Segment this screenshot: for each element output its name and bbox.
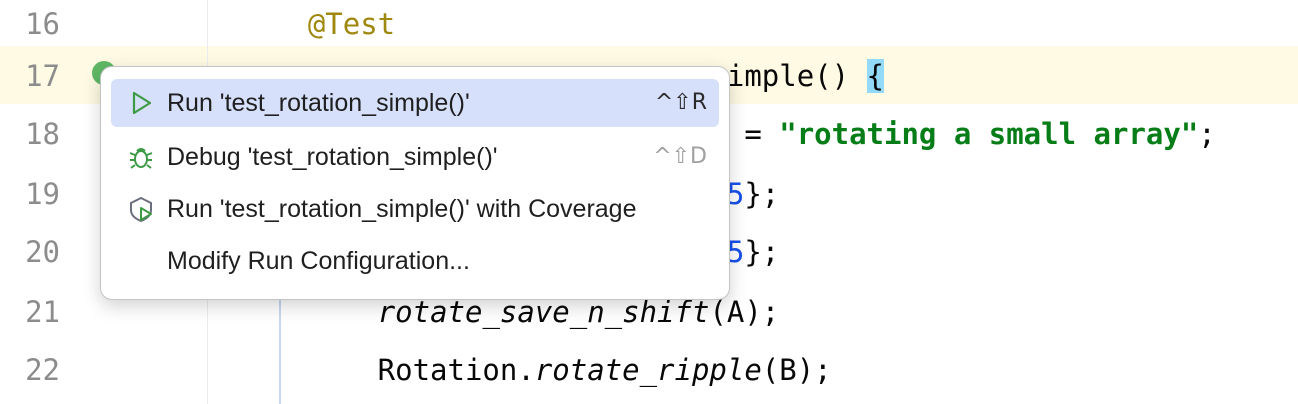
run-context-popup: Run 'test_rotation_simple()' ^⇧R Debug '… — [100, 66, 730, 300]
menu-item-label: Run 'test_rotation_simple()' with Covera… — [167, 195, 637, 223]
menu-item-modify-config[interactable]: Modify Run Configuration... — [111, 237, 719, 285]
menu-item-debug[interactable]: Debug 'test_rotation_simple()' ^⇧D — [111, 133, 719, 181]
shortcut-hint: ^⇧D — [653, 144, 707, 169]
code-token: rotate_ripple — [534, 353, 762, 387]
coverage-icon — [127, 195, 155, 223]
code-line[interactable]: 16 @Test — [0, 0, 1298, 58]
shortcut-hint: ^⇧R — [654, 90, 707, 115]
code-token: @Test — [307, 7, 396, 41]
code-line[interactable]: 22 Rotation.rotate_ripple(B); — [0, 346, 1298, 404]
menu-item-coverage[interactable]: Run 'test_rotation_simple()' with Covera… — [111, 185, 719, 233]
line-number: 19 — [25, 177, 60, 211]
code-token: Rotation. — [238, 353, 535, 387]
code-token: { — [866, 59, 885, 93]
code-token: (A); — [709, 295, 780, 329]
code-token: (B); — [761, 353, 832, 387]
code-token: "rotating a small array" — [779, 117, 1199, 151]
line-number: 17 — [25, 59, 60, 93]
code-token: ; — [1198, 117, 1216, 151]
line-number: 22 — [25, 353, 60, 387]
run-icon — [127, 89, 155, 117]
line-number: 21 — [25, 295, 60, 329]
line-number: 20 — [25, 235, 60, 269]
code-token: }; — [744, 177, 780, 211]
menu-item-run[interactable]: Run 'test_rotation_simple()' ^⇧R — [111, 79, 719, 127]
line-number: 16 — [25, 7, 60, 41]
code-text[interactable]: Rotation.rotate_ripple(B); — [238, 346, 832, 394]
menu-item-label: Debug 'test_rotation_simple()' — [167, 143, 498, 171]
code-token: rotate_save_n_shift — [377, 295, 710, 329]
menu-item-label: Modify Run Configuration... — [167, 247, 470, 275]
code-text[interactable]: @Test — [238, 0, 395, 48]
menu-item-label: Run 'test_rotation_simple()' — [167, 89, 470, 117]
line-number: 18 — [25, 117, 60, 151]
debug-icon — [127, 143, 155, 171]
code-token: }; — [744, 235, 780, 269]
